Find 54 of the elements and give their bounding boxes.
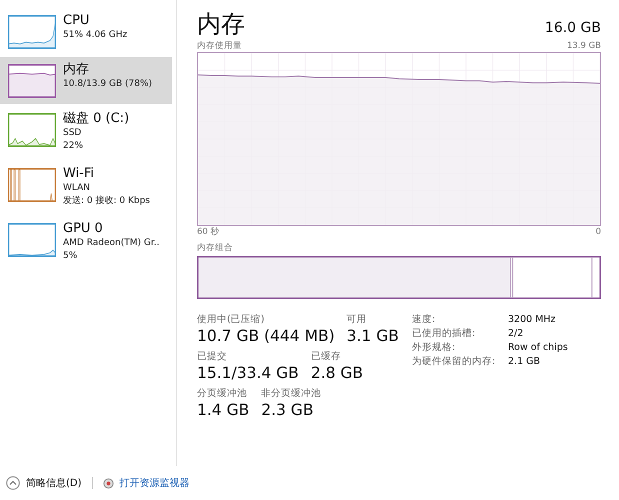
sparkline-graph (8, 113, 56, 147)
sparkline-graph (8, 168, 56, 202)
item-detail: 22% (63, 140, 84, 153)
axis-label: 60 秒 (197, 226, 220, 238)
graph-max: 13.9 GB (566, 40, 601, 52)
summary-toggle[interactable]: 简略信息(D) (26, 476, 82, 490)
sparkline-graph (8, 223, 56, 257)
item-title: 内存 (63, 61, 90, 78)
sidebar-item[interactable]: GPU 0 AMD Radeon(TM) Gr.. 5% (0, 216, 172, 269)
item-detail: 51% 4.06 GHz (63, 29, 128, 42)
item-detail: 发送: 0 接收: 0 Kbps (63, 195, 150, 208)
stat-value: 3.1 GB (346, 326, 399, 346)
sparkline-graph (8, 15, 56, 49)
item-detail: WLAN (63, 182, 92, 195)
item-detail: 5% (63, 250, 78, 263)
detail-value: 2.1 GB (508, 355, 542, 368)
detail-value: 2/2 (508, 327, 524, 340)
resource-monitor-link[interactable]: 打开资源监视器 (120, 476, 190, 490)
sidebar-item[interactable]: 内存 10.8/13.9 GB (78%) (0, 57, 172, 104)
item-title: CPU (63, 12, 90, 29)
stat-label: 使用中(已压缩) (197, 313, 266, 326)
monitor-icon (102, 478, 114, 488)
axis-label: 0 (596, 226, 601, 238)
stat-label: 已缓存 (310, 350, 342, 363)
sidebar-item[interactable]: Wi-Fi WLAN 发送: 0 接收: 0 Kbps (0, 161, 172, 214)
sidebar-item[interactable]: 磁盘 0 (C:) SSD 22% (0, 106, 172, 159)
item-detail: AMD Radeon(TM) Gr.. (63, 237, 160, 250)
detail-label: 已使用的插槽: (412, 327, 476, 340)
stat-value: 10.7 GB (444 MB) (197, 326, 335, 346)
stat-label: 分页缓冲池 (197, 387, 248, 400)
composition-label: 内存组合 (197, 242, 233, 254)
item-title: 磁盘 0 (C:) (63, 110, 130, 127)
detail-label: 为硬件保留的内存: (412, 355, 496, 368)
detail-value: Row of chips (508, 341, 568, 354)
stat-value: 1.4 GB (197, 400, 250, 420)
graph-label: 内存使用量 (197, 40, 242, 52)
sidebar-item[interactable]: CPU 51% 4.06 GHz (0, 8, 172, 55)
item-title: GPU 0 (63, 220, 104, 237)
stat-value: 15.1/33.4 GB (197, 363, 299, 383)
detail-label: 外形规格: (412, 341, 456, 354)
stat-label: 非分页缓冲池 (261, 387, 322, 400)
detail-value: 3200 MHz (508, 313, 557, 326)
stat-value: 2.3 GB (261, 400, 314, 420)
stat-label: 可用 (346, 313, 368, 326)
stat-label: 已提交 (197, 350, 228, 363)
stat-value: 2.8 GB (310, 363, 364, 383)
total-memory: 16.0 GB (544, 20, 601, 36)
item-title: Wi-Fi (63, 165, 96, 182)
detail-label: 速度: (412, 313, 436, 326)
page-title: 内存 (197, 9, 245, 40)
sparkline-graph (8, 64, 56, 98)
collapse-icon[interactable] (6, 476, 20, 490)
item-detail: 10.8/13.9 GB (78%) (63, 78, 152, 91)
item-detail: SSD (63, 127, 82, 140)
